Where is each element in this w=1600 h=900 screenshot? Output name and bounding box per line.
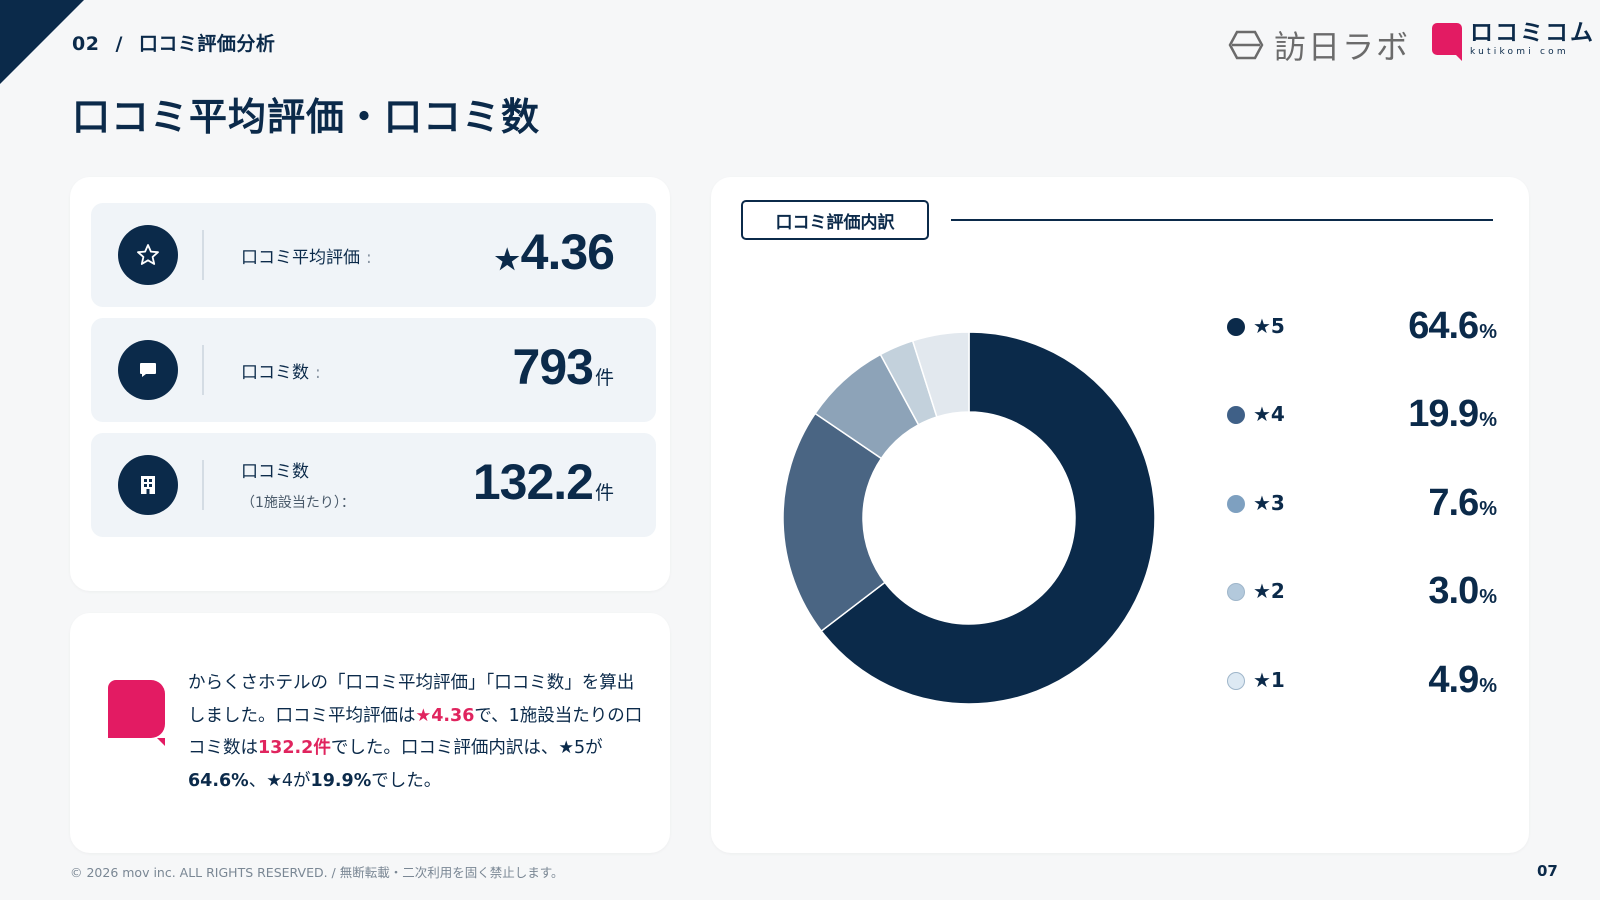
metric-divider: [202, 460, 204, 510]
data-label: 4.9: [1428, 659, 1479, 701]
kutikomi-name: ロコミコム: [1470, 20, 1595, 46]
copyright: © 2026 mov inc. ALL RIGHTS RESERVED. / 無…: [70, 865, 564, 880]
percent-unit: %: [1479, 586, 1497, 608]
metrics-card: 口コミ平均評価: ★ 4.36 口コミ数: 793 件 口コミ数 （1施設当たり）：…: [70, 177, 670, 591]
percent-unit: %: [1479, 409, 1497, 431]
data-label: 7.6: [1428, 482, 1479, 524]
metric-sublabel: （1施設当たり）：: [241, 495, 355, 511]
page-title: 口コミ平均評価・口コミ数: [72, 95, 541, 139]
chart-title-rule: [951, 219, 1493, 221]
percent-unit: %: [1479, 321, 1497, 343]
legend-value: 7.6%: [1428, 482, 1497, 525]
section-label: 02 / 口コミ評価分析: [72, 29, 275, 56]
legend-dot: [1227, 583, 1245, 601]
metric-review-count: 口コミ数: 793 件: [91, 318, 656, 422]
legend-item: ★2 3.0%: [1227, 562, 1497, 622]
legend-item: ★5 64.6%: [1227, 297, 1497, 357]
legend-label: ★3: [1253, 491, 1285, 515]
legend-item: ★1 4.9%: [1227, 651, 1497, 711]
legend-label: ★5: [1253, 314, 1285, 338]
metric-divider: [202, 345, 204, 395]
section-separator: /: [115, 33, 123, 55]
metric-value: 132.2 件: [472, 454, 614, 510]
legend-value: 19.9%: [1408, 393, 1497, 436]
legend-label: ★2: [1253, 579, 1285, 603]
percent-unit: %: [1479, 675, 1497, 697]
legend-item: ★4 19.9%: [1227, 385, 1497, 445]
hexagon-logo-icon: [1228, 30, 1264, 60]
legend-value: 4.9%: [1428, 659, 1497, 702]
kutikomi-sub: kutikomi com: [1470, 47, 1569, 57]
data-label: 3.0: [1428, 570, 1479, 612]
legend-dot: [1227, 495, 1245, 513]
star-outline-icon: [118, 225, 178, 285]
page-number: 07: [1537, 862, 1558, 880]
metric-label: 口コミ数:: [241, 363, 321, 383]
metric-value: 793 件: [512, 339, 614, 395]
data-label: 19.9: [1408, 393, 1479, 435]
kutikomi-bubble-icon: [108, 680, 165, 746]
legend-item: ★3 7.6%: [1227, 474, 1497, 534]
building-icon: [118, 455, 178, 515]
data-label: 64.6: [1408, 305, 1479, 347]
summary-card: からくさホテルの「口コミ平均評価」「口コミ数」を算出しました。口コミ平均評価は★…: [70, 613, 670, 853]
legend-dot: [1227, 406, 1245, 424]
legend-label: ★1: [1253, 668, 1285, 692]
legend-dot: [1227, 318, 1245, 336]
metric-divider: [202, 230, 204, 280]
percent-unit: %: [1479, 498, 1497, 520]
houjin-lab-logo: 訪日ラボ: [1228, 22, 1410, 68]
summary-text: からくさホテルの「口コミ平均評価」「口コミ数」を算出しました。口コミ平均評価は★…: [188, 673, 643, 791]
chart-card: 口コミ評価内訳 ★5 64.6% ★4 19.9% ★3 7.6% ★2 3.0% ★1 4.9%: [711, 177, 1529, 853]
chart-title: 口コミ評価内訳: [741, 200, 929, 240]
section-title: 口コミ評価分析: [138, 33, 276, 55]
lab-name: 訪日ラボ: [1274, 28, 1411, 66]
kutikomi-mark-icon: [1432, 23, 1462, 61]
metric-label: 口コミ数: [241, 462, 309, 482]
donut-chart: [783, 332, 1155, 704]
metric-average-rating: 口コミ平均評価: ★ 4.36: [91, 203, 656, 307]
speech-bubble-icon: [118, 340, 178, 400]
legend-dot: [1227, 672, 1245, 690]
section-number: 02: [72, 33, 100, 55]
metric-value: ★ 4.36: [494, 224, 615, 280]
metric-reviews-per-facility: 口コミ数 （1施設当たり）： 132.2 件: [91, 433, 656, 537]
legend-value: 64.6%: [1408, 305, 1497, 348]
kutikomi-logo: ロコミコム kutikomi com: [1432, 20, 1595, 61]
legend-value: 3.0%: [1428, 570, 1497, 613]
legend-label: ★4: [1253, 402, 1285, 426]
metric-label: 口コミ平均評価:: [241, 248, 372, 268]
